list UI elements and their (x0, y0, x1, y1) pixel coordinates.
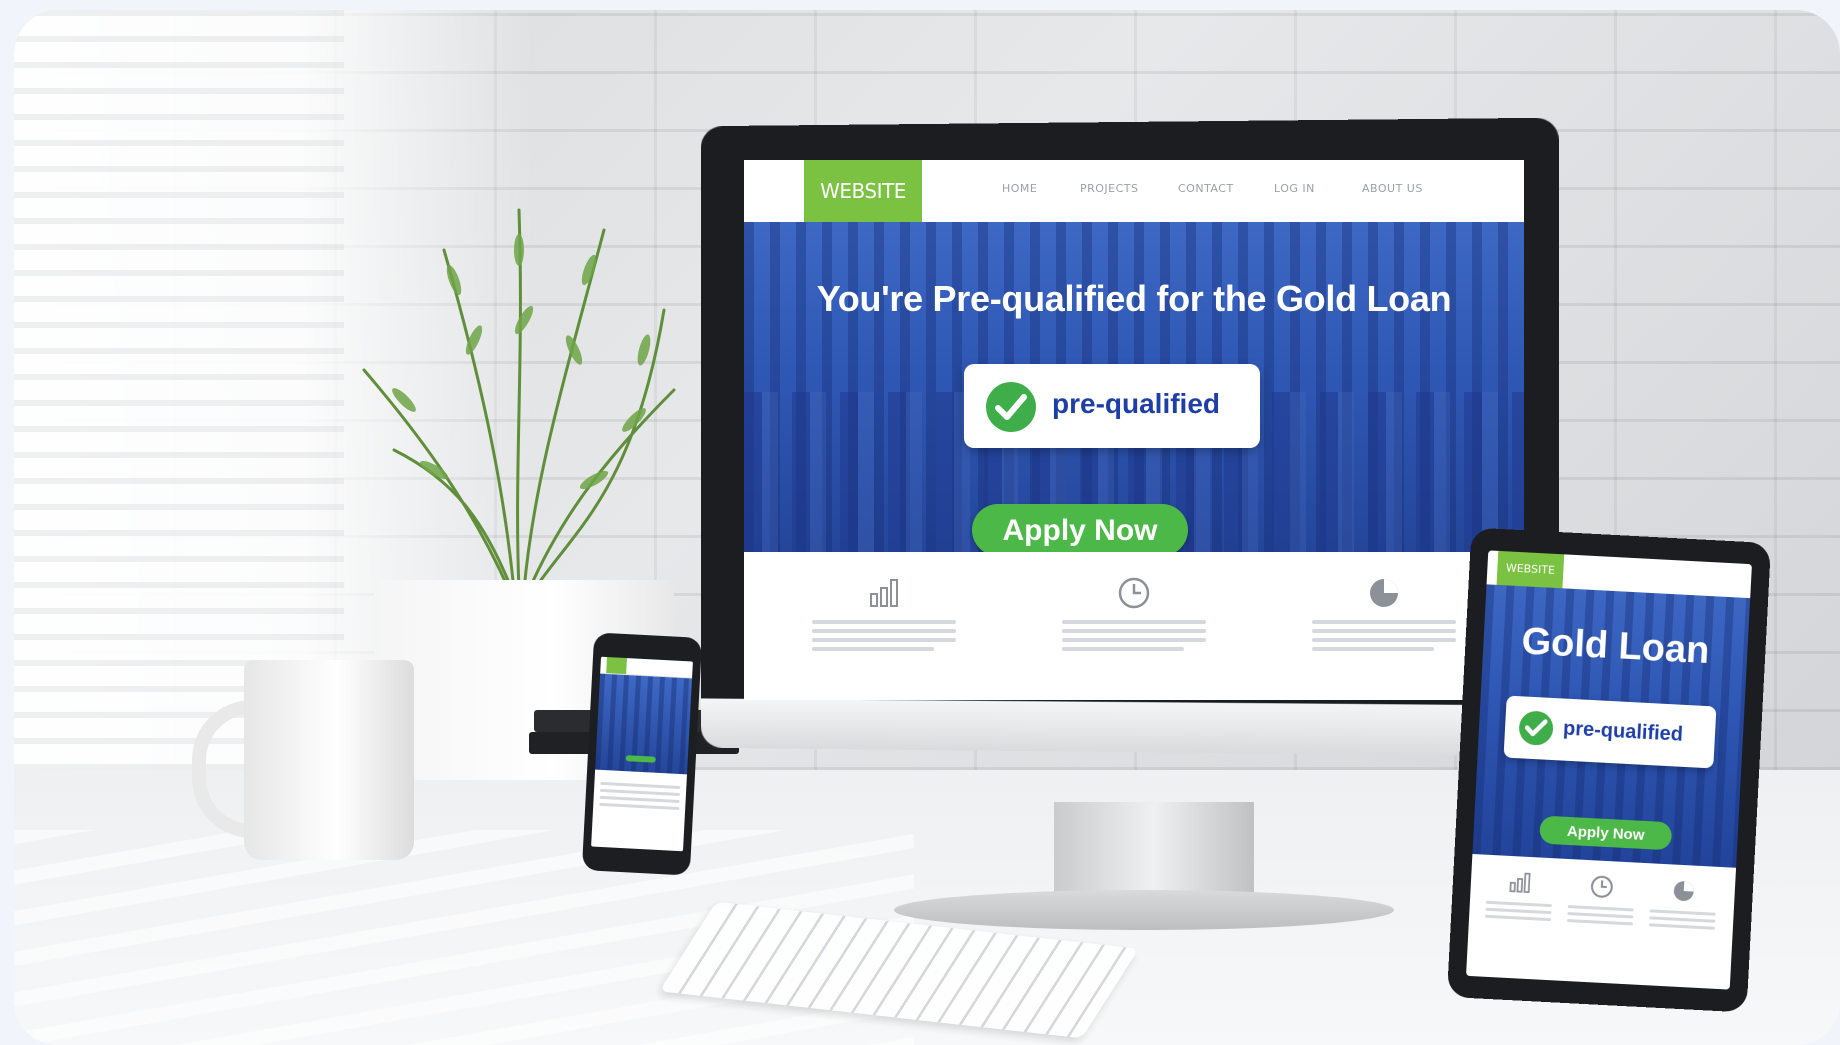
window-blinds (14, 10, 344, 770)
phone-feature-line (599, 802, 680, 811)
phone-features (593, 770, 687, 823)
check-circle-icon (986, 382, 1036, 432)
feature-text-line (1312, 647, 1434, 651)
feature-text-line (812, 620, 956, 624)
feature-text-line (1485, 900, 1552, 908)
pre-qualified-badge: pre-qualified (964, 364, 1260, 448)
feature-text-line (1485, 907, 1552, 915)
feature-text-line (1648, 923, 1715, 930)
check-circle-icon (1518, 710, 1554, 746)
feature-text-line (812, 647, 934, 651)
site-nav: WEBSITE HOME PROJECTS CONTACT LOG IN ABO… (744, 160, 1524, 223)
smartphone (581, 632, 703, 876)
phone-screen (591, 656, 693, 852)
phone-hero-banner (595, 673, 693, 775)
feature-text-line (1062, 620, 1206, 624)
phone-cta-button (625, 755, 656, 763)
tablet-site-brand-logo[interactable]: WEBSITE (1496, 550, 1565, 589)
bar-chart-icon (867, 576, 901, 610)
hero-title: You're Pre-qualified for the Gold Loan (816, 278, 1452, 319)
photo-frame: WEBSITE HOME PROJECTS CONTACT LOG IN ABO… (14, 10, 1840, 1045)
plant-icon (362, 208, 676, 590)
monitor-chin (700, 698, 1559, 757)
feature-text-line (1567, 912, 1634, 919)
desktop-screen: WEBSITE HOME PROJECTS CONTACT LOG IN ABO… (744, 160, 1524, 700)
monitor-stand-base (894, 890, 1394, 930)
phone-feature-line (600, 781, 681, 790)
nav-item-projects[interactable]: PROJECTS (1080, 182, 1139, 195)
feature-text-line (1312, 638, 1456, 642)
tablet-hero-title: Gold Loan (1520, 620, 1711, 673)
pie-chart-icon (1367, 576, 1401, 610)
feature-text-line (1062, 638, 1206, 642)
bar-chart-icon (1507, 870, 1532, 895)
tablet-screen: WEBSITE Gold Loan pre-qualified Apply No… (1466, 550, 1752, 990)
phone-feature-line (599, 795, 680, 804)
feature-text-line (1567, 905, 1634, 912)
clock-icon (1117, 576, 1151, 610)
apply-now-button[interactable]: Apply Now (972, 504, 1188, 556)
feature-text-line (1649, 916, 1716, 923)
features-row (744, 552, 1524, 700)
clock-icon (1589, 874, 1614, 899)
badge-label: pre-qualified (1052, 388, 1221, 419)
feature-text-line (1062, 629, 1206, 633)
feature-text-line (1312, 620, 1456, 624)
feature-text-line (1485, 914, 1552, 922)
coffee-mug (244, 660, 414, 860)
site-brand-logo[interactable]: WEBSITE (804, 160, 922, 222)
pie-chart-icon (1671, 878, 1696, 903)
feature-block (804, 576, 964, 656)
nav-item-about[interactable]: ABOUT US (1362, 182, 1423, 195)
tablet-feature-block (1483, 869, 1556, 926)
tablet-features-row (1466, 853, 1737, 990)
nav-item-login[interactable]: LOG IN (1274, 182, 1315, 195)
nav-item-contact[interactable]: CONTACT (1178, 182, 1234, 195)
tablet-badge-label: pre-qualified (1562, 717, 1684, 746)
feature-block (1304, 576, 1464, 656)
nav-item-home[interactable]: HOME (1002, 182, 1037, 195)
feature-text-line (1312, 629, 1456, 633)
tablet-pre-qualified-badge: pre-qualified (1503, 695, 1717, 769)
feature-text-line (812, 629, 956, 633)
tablet-device: WEBSITE Gold Loan pre-qualified Apply No… (1446, 527, 1772, 1013)
hero-banner: You're Pre-qualified for the Gold Loan p… (744, 222, 1524, 556)
tablet-feature-block (1647, 877, 1720, 934)
phone-feature-line (599, 788, 681, 797)
feature-block (1054, 576, 1214, 656)
feature-text-line (812, 638, 956, 642)
feature-text-line (1062, 647, 1184, 651)
feature-text-line (1649, 909, 1716, 916)
feature-text-line (1566, 919, 1634, 926)
tablet-apply-now-button[interactable]: Apply Now (1539, 815, 1673, 851)
tablet-hero-banner: Gold Loan pre-qualified Apply Now (1472, 584, 1751, 868)
tablet-feature-block (1565, 873, 1638, 930)
phone-site-brand (606, 657, 627, 675)
